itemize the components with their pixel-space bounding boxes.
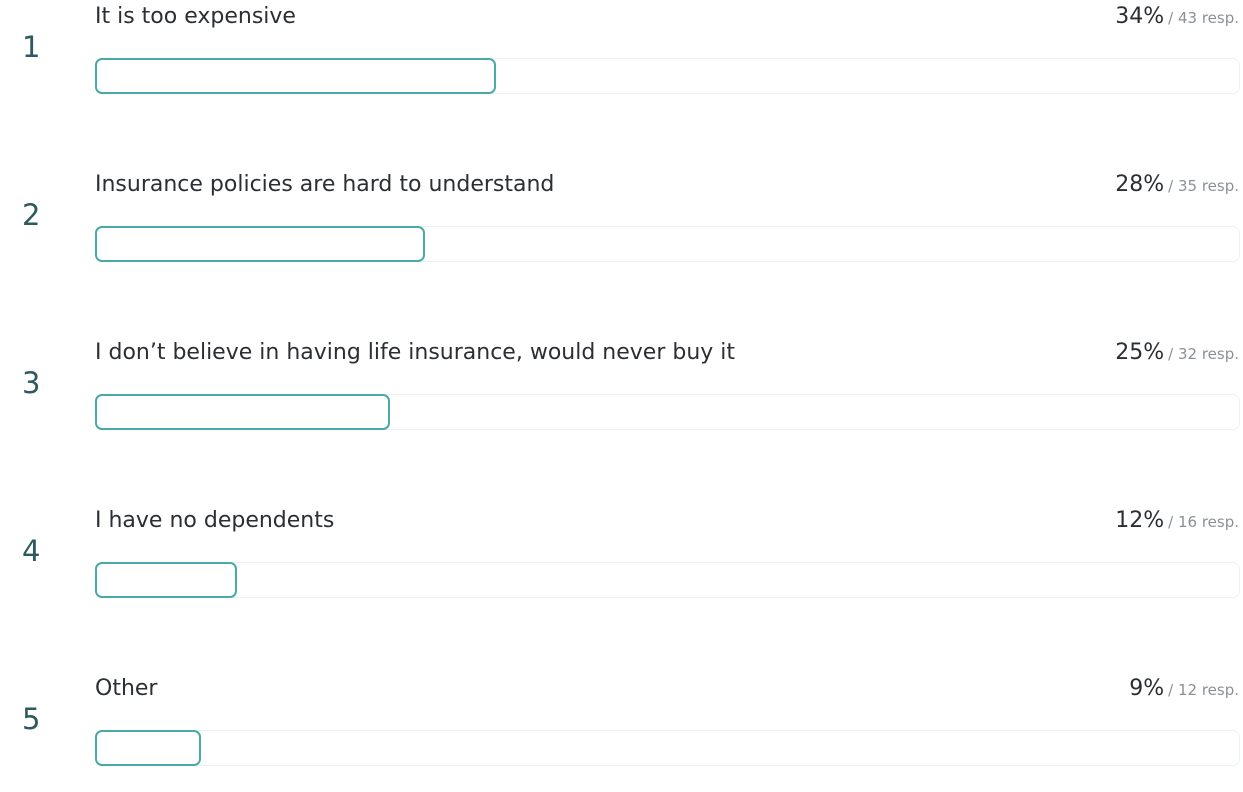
- bar-stats: 34%/ 43 resp.: [1115, 2, 1239, 33]
- bar-label: I have no dependents: [95, 508, 335, 533]
- chart-row-3: 3 I don’t believe in having life insuran…: [0, 336, 1243, 456]
- bar-label: Insurance policies are hard to understan…: [95, 172, 555, 197]
- bar-stats: 28%/ 35 resp.: [1115, 170, 1239, 201]
- bar-track: [95, 58, 1240, 94]
- bar-track: [95, 562, 1240, 598]
- bar-fill: [95, 226, 425, 262]
- bar-responses: / 35 resp.: [1168, 177, 1239, 195]
- rank-number: 5: [22, 702, 41, 736]
- bar-percent: 12%: [1115, 508, 1165, 533]
- bar-stats: 25%/ 32 resp.: [1115, 338, 1239, 369]
- bar-label: Other: [95, 676, 158, 701]
- rank-number: 4: [22, 534, 41, 568]
- rank-number: 3: [22, 366, 41, 400]
- chart-row-1: 1 It is too expensive 34%/ 43 resp.: [0, 0, 1243, 120]
- bar-track: [95, 730, 1240, 766]
- bar-percent: 28%: [1115, 172, 1165, 197]
- bar-responses: / 16 resp.: [1168, 513, 1239, 531]
- bar-responses: / 43 resp.: [1168, 9, 1239, 27]
- chart-row-4: 4 I have no dependents 12%/ 16 resp.: [0, 504, 1243, 624]
- bar-stats: 12%/ 16 resp.: [1115, 506, 1239, 537]
- bar-percent: 25%: [1115, 340, 1165, 365]
- bar-label: It is too expensive: [95, 4, 296, 29]
- bar-responses: / 32 resp.: [1168, 345, 1239, 363]
- bar-fill: [95, 58, 496, 94]
- bar-label: I don’t believe in having life insurance…: [95, 340, 736, 365]
- bar-percent: 9%: [1129, 676, 1165, 701]
- bar-track: [95, 226, 1240, 262]
- rank-number: 1: [22, 30, 41, 64]
- bar-fill: [95, 394, 390, 430]
- bar-responses: / 12 resp.: [1168, 681, 1239, 699]
- chart-row-5: 5 Other 9%/ 12 resp.: [0, 672, 1243, 792]
- bar-percent: 34%: [1115, 4, 1165, 29]
- chart-row-2: 2 Insurance policies are hard to underst…: [0, 168, 1243, 288]
- bar-fill: [95, 730, 201, 766]
- rank-number: 2: [22, 198, 41, 232]
- bar-stats: 9%/ 12 resp.: [1129, 674, 1239, 705]
- bar-track: [95, 394, 1240, 430]
- horizontal-bar-chart: 1 It is too expensive 34%/ 43 resp. 2 In…: [0, 0, 1243, 768]
- bar-fill: [95, 562, 237, 598]
